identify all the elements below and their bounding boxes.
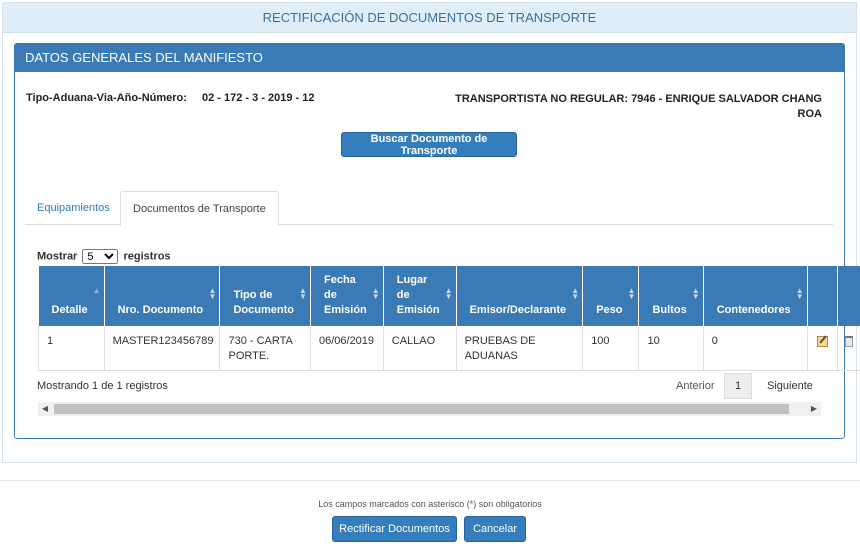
page-length-control: Mostrar 5 registros bbox=[37, 249, 171, 264]
col-fecha-emision[interactable]: Fecha de Emisión ▲ ▼ bbox=[310, 266, 384, 326]
panel-title: DATOS GENERALES DEL MANIFIESTO bbox=[15, 44, 844, 72]
edit-icon[interactable] bbox=[816, 336, 828, 347]
footer-divider bbox=[0, 480, 860, 481]
page-size-select[interactable]: 5 bbox=[82, 249, 119, 264]
col-lugar-emision[interactable]: Lugar de Emisión ▲ ▼ bbox=[383, 266, 457, 326]
page-title: RECTIFICACIÓN DE DOCUMENTOS DE TRANSPORT… bbox=[3, 3, 856, 33]
pagination-next[interactable]: Siguiente bbox=[767, 374, 813, 398]
sort-icon: ▲ ▼ bbox=[298, 286, 307, 301]
table-header-row: Detalle ▲ Nro. Documento ▲ ▼ Tipo de Documen… bbox=[38, 266, 860, 326]
cell-nro-documento: MASTER123456789 bbox=[104, 326, 221, 371]
cell-edit bbox=[807, 326, 838, 371]
tab-bar: Equipamientos Documentos de Transporte bbox=[25, 191, 833, 226]
show-label: Mostrar bbox=[37, 250, 78, 263]
pagination-previous[interactable]: Anterior bbox=[676, 374, 715, 398]
cell-lugar-emision: CALLAO bbox=[383, 326, 457, 371]
cell-peso: 100 bbox=[582, 326, 640, 371]
tab-documentos-transporte[interactable]: Documentos de Transporte bbox=[120, 191, 279, 226]
table-row: 1 MASTER123456789 730 - CARTA PORTE. 06/0… bbox=[38, 326, 860, 371]
cell-delete bbox=[837, 326, 860, 371]
required-fields-note: Los campos marcados con asterisco (*) so… bbox=[318, 499, 542, 509]
col-contenedores[interactable]: Contenedores ▲ ▼ bbox=[703, 266, 808, 326]
sort-asc-icon: ▲ bbox=[92, 286, 101, 295]
col-nro-documento[interactable]: Nro. Documento ▲ ▼ bbox=[104, 266, 221, 326]
transportista-line-2: ROA bbox=[797, 108, 822, 120]
col-edit bbox=[807, 266, 838, 326]
col-bultos[interactable]: Bultos ▲ ▼ bbox=[638, 266, 704, 326]
col-emisor-declarante[interactable]: Emisor/Declarante ▲ ▼ bbox=[456, 266, 584, 326]
col-delete bbox=[837, 266, 860, 326]
sort-icon: ▲ ▼ bbox=[444, 286, 453, 301]
pagination-page-1[interactable]: 1 bbox=[724, 373, 752, 399]
horizontal-scrollbar[interactable]: ◀ ▶ bbox=[38, 402, 821, 416]
sort-icon: ▲ ▼ bbox=[691, 286, 700, 301]
trash-icon[interactable] bbox=[844, 336, 853, 347]
cell-contenedores: 0 bbox=[703, 326, 808, 371]
cell-bultos: 10 bbox=[638, 326, 704, 371]
page-container: RECTIFICACIÓN DE DOCUMENTOS DE TRANSPORT… bbox=[2, 2, 860, 463]
col-tipo-documento[interactable]: Tipo de Documento ▲ ▼ bbox=[219, 266, 311, 326]
rectify-documents-button[interactable]: Rectificar Documentos bbox=[332, 516, 457, 542]
records-label: registros bbox=[123, 250, 171, 263]
scrollbar-thumb[interactable] bbox=[54, 404, 789, 414]
col-peso[interactable]: Peso ▲ ▼ bbox=[582, 266, 640, 326]
sort-icon: ▲ ▼ bbox=[371, 286, 380, 301]
transportista-info: TRANSPORTISTA NO REGULAR: 7946 - ENRIQUE… bbox=[455, 92, 822, 122]
cell-detalle: 1 bbox=[38, 326, 105, 371]
cell-fecha-emision: 06/06/2019 bbox=[310, 326, 384, 371]
scroll-right-icon[interactable]: ▶ bbox=[807, 402, 821, 416]
sort-icon: ▲ ▼ bbox=[795, 286, 804, 301]
manifest-value: 02 - 172 - 3 - 2019 - 12 bbox=[202, 92, 315, 104]
col-detalle[interactable]: Detalle ▲ bbox=[38, 266, 105, 326]
documents-table: Detalle ▲ Nro. Documento ▲ ▼ Tipo de Documen… bbox=[38, 266, 860, 371]
scroll-left-icon[interactable]: ◀ bbox=[38, 402, 52, 416]
sort-icon: ▲ ▼ bbox=[571, 286, 580, 301]
manifest-panel: DATOS GENERALES DEL MANIFIESTO Tipo-Adua… bbox=[14, 43, 860, 439]
sort-icon: ▲ ▼ bbox=[208, 286, 217, 301]
search-document-button[interactable]: Buscar Documento de Transporte bbox=[341, 132, 517, 157]
cell-tipo-documento: 730 - CARTA PORTE. bbox=[219, 326, 311, 371]
tab-equipamientos[interactable]: Equipamientos bbox=[25, 191, 122, 225]
manifest-label: Tipo-Aduana-Via-Año-Número: bbox=[26, 92, 187, 104]
sort-icon: ▲ ▼ bbox=[627, 286, 636, 301]
table-info: Mostrando 1 de 1 registros bbox=[37, 380, 168, 392]
cell-emisor: PRUEBAS DE ADUANAS bbox=[456, 326, 584, 371]
cancel-button[interactable]: Cancelar bbox=[464, 516, 526, 542]
transportista-line-1: TRANSPORTISTA NO REGULAR: 7946 - ENRIQUE… bbox=[455, 93, 822, 105]
